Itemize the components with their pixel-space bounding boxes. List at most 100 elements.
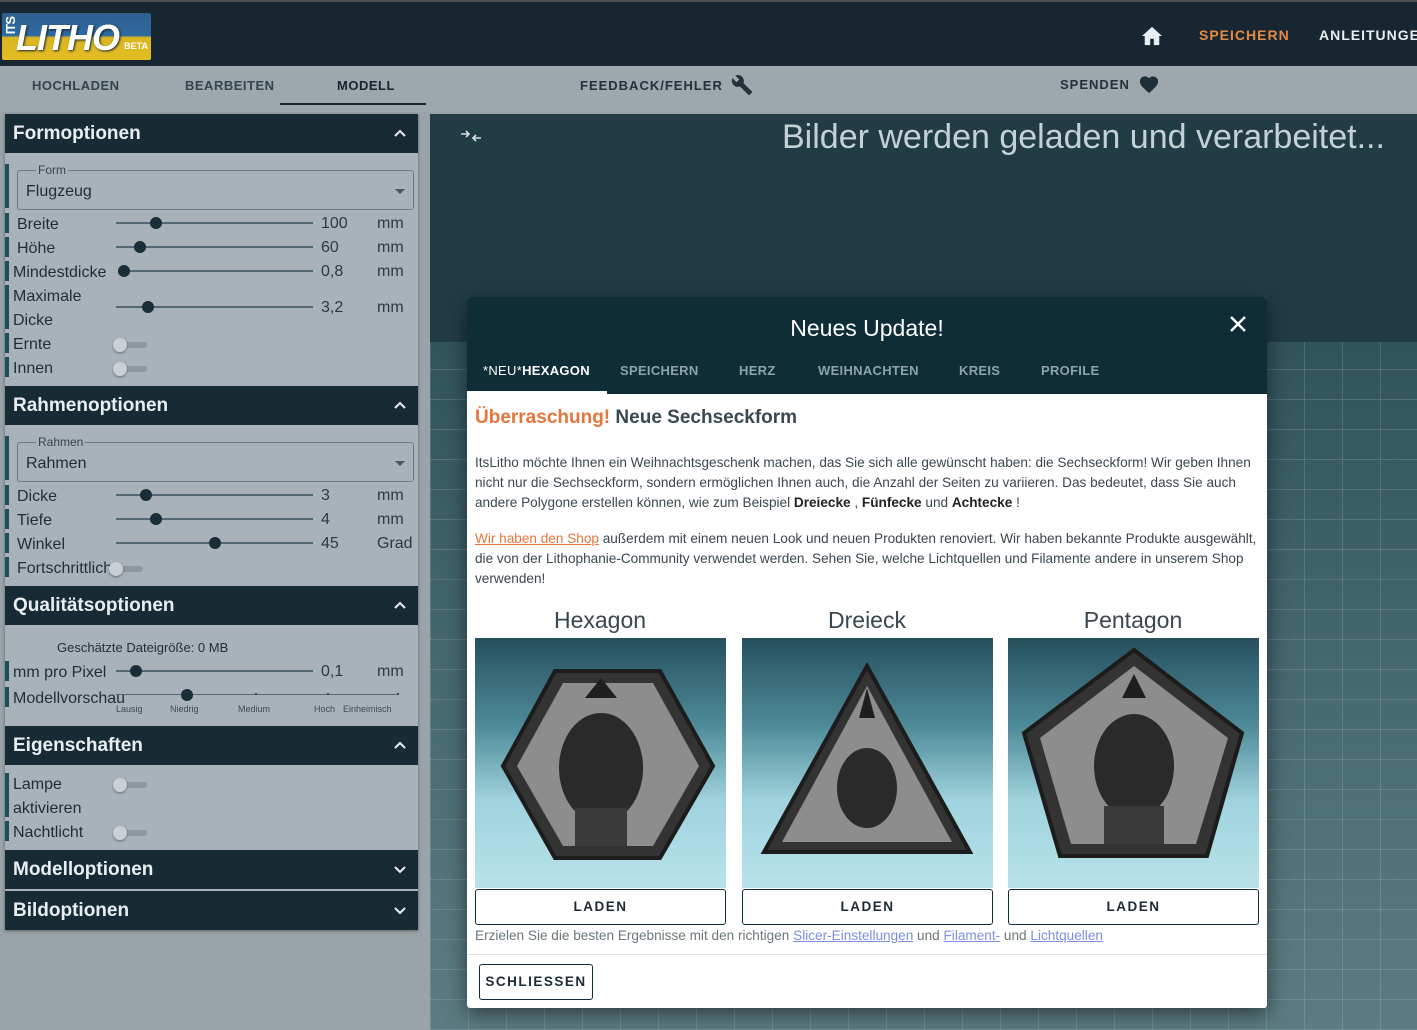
- nav-guides-link[interactable]: ANLEITUNGEN: [1319, 27, 1417, 43]
- model-preview-slider[interactable]: [116, 694, 399, 695]
- row-accent: [5, 821, 9, 841]
- chevron-down-icon: [394, 907, 406, 915]
- panel-title: Rahmenoptionen: [13, 395, 169, 416]
- tab-edit[interactable]: BEARBEITEN: [185, 78, 275, 93]
- mm-per-pixel-slider-handle[interactable]: [130, 665, 142, 677]
- nav-save-link[interactable]: SPEICHERN: [1199, 27, 1290, 43]
- max-thickness-unit: mm: [377, 299, 404, 316]
- shop-link[interactable]: Wir haben den Shop: [475, 531, 599, 546]
- chevron-up-icon: [394, 401, 406, 409]
- min-thickness-label: Mindestdicke: [13, 264, 107, 281]
- close-modal-button[interactable]: SCHLIESSEN: [479, 964, 593, 1000]
- close-icon[interactable]: [1229, 315, 1247, 333]
- width-slider[interactable]: [116, 222, 313, 224]
- model-preview-slider-handle[interactable]: [181, 689, 193, 701]
- load-hexagon-button[interactable]: LADEN: [475, 889, 726, 925]
- frame-select[interactable]: Rahmen Rahmen: [17, 435, 414, 482]
- chevron-up-icon: [394, 601, 406, 609]
- filament-link[interactable]: Filament-: [944, 928, 1001, 943]
- load-triangle-button[interactable]: LADEN: [742, 889, 993, 925]
- frame-depth-slider-handle[interactable]: [150, 513, 162, 525]
- max-thickness-label-1: Maximale: [13, 288, 82, 305]
- advanced-toggle[interactable]: [109, 562, 145, 576]
- modal-tab-christmas[interactable]: WEIHNACHTEN: [818, 363, 919, 378]
- min-thickness-slider[interactable]: [123, 270, 313, 272]
- tab-model[interactable]: MODELL: [337, 78, 395, 93]
- modal-footer-note: Erzielen Sie die besten Ergebnisse mit d…: [475, 928, 1103, 943]
- modal-tab-profile[interactable]: PROFILE: [1041, 363, 1099, 378]
- width-unit: mm: [377, 215, 404, 232]
- modal-tab-heart[interactable]: HERZ: [739, 363, 776, 378]
- panel-header-properties[interactable]: Eigenschaften: [5, 726, 418, 765]
- chevron-up-icon: [394, 129, 406, 137]
- bold-pentagons: Fünfecke: [861, 495, 922, 510]
- logo-beta-badge: BETA: [124, 41, 148, 51]
- light-sources-link[interactable]: Lichtquellen: [1030, 928, 1103, 943]
- itslitho-logo[interactable]: ITS LITHO BETA: [2, 13, 151, 60]
- height-slider-handle[interactable]: [134, 241, 146, 253]
- donate-label: SPENDEN: [1060, 76, 1130, 92]
- frame-depth-label: Tiefe: [17, 512, 52, 529]
- modal-paragraph-2: Wir haben den Shop außerdem mit einem ne…: [475, 529, 1261, 589]
- frame-depth-slider[interactable]: [116, 518, 313, 520]
- frame-angle-value: 45: [321, 535, 339, 552]
- tick-label: Einheimisch: [343, 704, 392, 714]
- frame-angle-slider-handle[interactable]: [209, 537, 221, 549]
- modal-header: Neues Update! *NEU*HEXAGON SPEICHERN HER…: [467, 297, 1267, 394]
- load-pentagon-button[interactable]: LADEN: [1008, 889, 1259, 925]
- heart-icon: [1139, 76, 1158, 94]
- nightlight-toggle[interactable]: [113, 826, 149, 840]
- inner-label: Innen: [13, 360, 54, 377]
- row-accent: [5, 436, 9, 480]
- modal-active-tab-indicator: [467, 391, 607, 394]
- row-accent: [5, 261, 9, 281]
- row-accent: [5, 237, 9, 257]
- nightlight-label: Nachtlicht: [13, 824, 84, 841]
- panel-header-model-options[interactable]: Modelloptionen: [5, 850, 418, 889]
- lamp-toggle[interactable]: [113, 778, 149, 792]
- panel-header-form-options[interactable]: Formoptionen: [5, 114, 418, 153]
- min-thickness-slider-handle[interactable]: [118, 265, 130, 277]
- row-accent: [5, 773, 9, 817]
- lamp-label-2: aktivieren: [13, 800, 82, 817]
- collapse-arrows-icon[interactable]: [460, 128, 482, 144]
- row-accent: [5, 687, 9, 707]
- home-icon[interactable]: [1141, 26, 1163, 46]
- mm-per-pixel-unit: mm: [377, 663, 404, 680]
- tab-upload[interactable]: HOCHLADEN: [32, 78, 120, 93]
- select-legend: Form: [36, 163, 68, 177]
- donate-link[interactable]: SPENDEN: [1060, 74, 1160, 94]
- panel-header-quality-options[interactable]: Qualitätsoptionen: [5, 586, 418, 625]
- slicer-settings-link[interactable]: Slicer-Einstellungen: [793, 928, 913, 943]
- top-bar: ITS LITHO BETA SPEICHERN ANLEITUNGEN: [0, 0, 1417, 66]
- modal-tab-circle[interactable]: KREIS: [959, 363, 1000, 378]
- footer-text: und: [1000, 928, 1031, 943]
- modal-tab-save[interactable]: SPEICHERN: [620, 363, 699, 378]
- max-thickness-slider-handle[interactable]: [142, 301, 154, 313]
- crop-label: Ernte: [13, 336, 52, 353]
- inner-toggle[interactable]: [113, 362, 149, 376]
- panel-header-frame-options[interactable]: Rahmenoptionen: [5, 386, 418, 425]
- form-select[interactable]: Form Flugzeug: [17, 163, 414, 210]
- tick-label: Hoch: [314, 704, 336, 714]
- width-slider-handle[interactable]: [150, 217, 162, 229]
- min-thickness-unit: mm: [377, 263, 404, 280]
- modal-tab-hexagon[interactable]: *NEU*HEXAGON: [483, 363, 590, 378]
- panel-header-image-options[interactable]: Bildoptionen: [5, 891, 418, 930]
- frame-angle-unit: Grad: [377, 535, 413, 552]
- frame-thickness-slider-handle[interactable]: [140, 489, 152, 501]
- select-legend: Rahmen: [36, 435, 86, 449]
- model-preview-label: Modellvorschau: [13, 690, 126, 707]
- mm-per-pixel-slider[interactable]: [116, 670, 313, 672]
- lamp-label-1: Lampe: [13, 776, 62, 793]
- row-accent: [5, 213, 9, 233]
- new-prefix: *NEU*: [483, 363, 523, 378]
- frame-depth-value: 4: [321, 511, 330, 528]
- estimated-filesize: Geschätzte Dateigröße: 0 MB: [57, 640, 229, 655]
- row-accent: [5, 509, 9, 529]
- wrench-icon: [731, 75, 752, 96]
- crop-toggle[interactable]: [113, 338, 149, 352]
- feedback-link[interactable]: FEEDBACK/FEHLER: [580, 74, 753, 96]
- sidebar: Formoptionen Form Flugzeug Breite 100 mm…: [5, 114, 418, 930]
- row-accent: [5, 661, 9, 681]
